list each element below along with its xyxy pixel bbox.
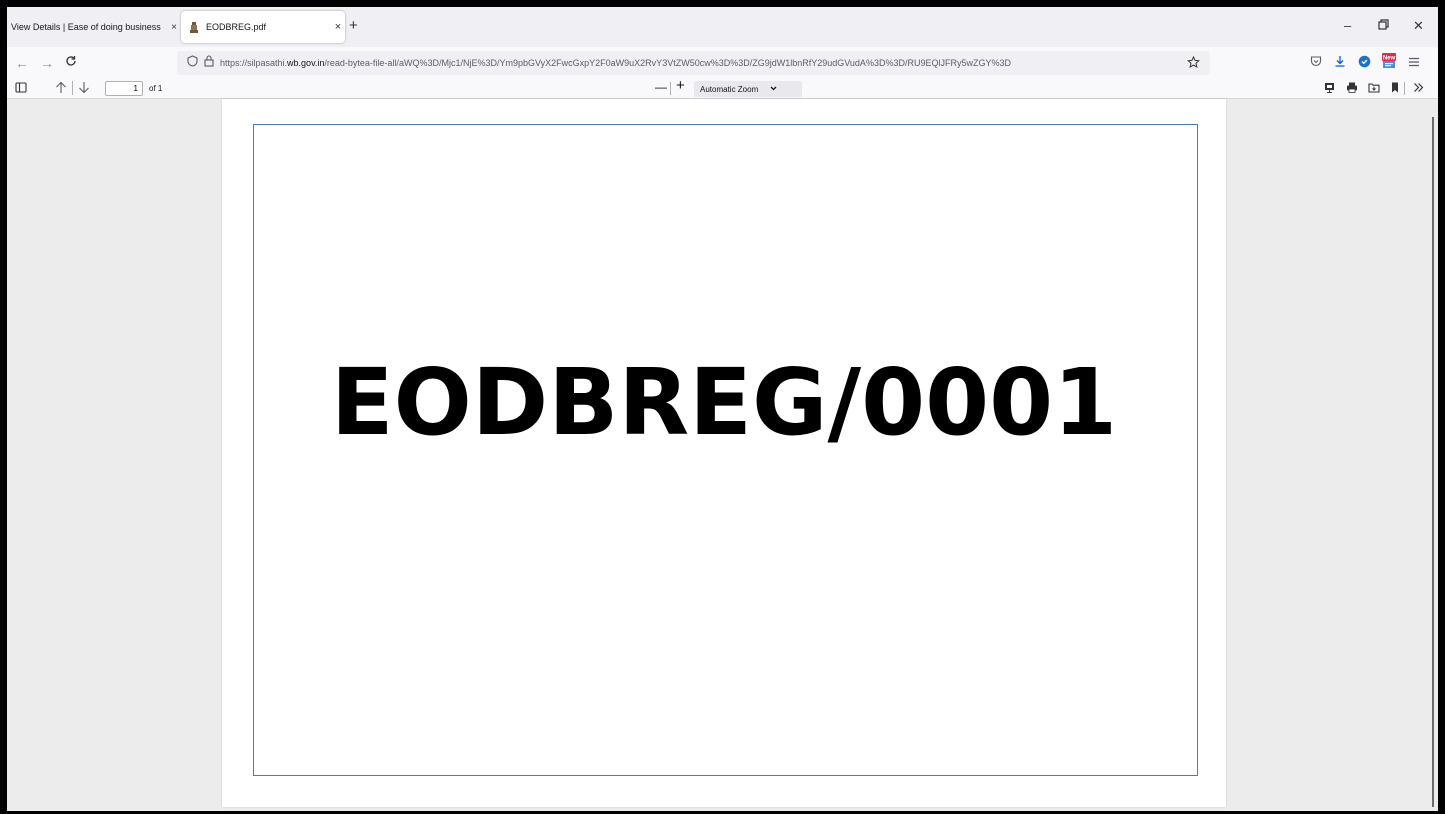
page-number-input[interactable] (105, 81, 143, 96)
url-bar[interactable]: https://silpasathi.wb.gov.in/read-bytea-… (177, 51, 1210, 75)
emblem-favicon-icon (189, 21, 199, 33)
menu-icon[interactable] (1408, 55, 1420, 71)
tab-title: View Details | Ease of doing business (11, 22, 161, 32)
tools-chevron-icon[interactable] (1413, 82, 1424, 99)
save-icon[interactable] (1368, 82, 1380, 99)
chevron-down-icon (770, 86, 777, 93)
url-text[interactable]: https://silpasathi.wb.gov.in/read-bytea-… (220, 58, 1011, 68)
extension-icon[interactable] (1358, 55, 1371, 72)
new-badge-icon[interactable]: New (1381, 51, 1397, 73)
pdf-toolbar: of 1 — + Automatic Zoom (7, 78, 1438, 100)
shield-icon[interactable] (187, 54, 198, 72)
tab-eodbreg-pdf[interactable]: EODBREG.pdf × (181, 11, 345, 43)
forward-button[interactable]: → (40, 53, 54, 73)
new-tab-button[interactable]: + (349, 18, 358, 34)
previous-page-icon[interactable] (55, 81, 67, 100)
zoom-select[interactable]: Automatic Zoom (694, 81, 802, 97)
zoom-select-label: Automatic Zoom (700, 84, 759, 94)
toolbar-separator (1404, 82, 1405, 95)
star-icon[interactable] (1187, 55, 1200, 74)
zoom-out-button[interactable]: — (655, 79, 667, 95)
next-page-icon[interactable] (78, 81, 90, 100)
zoom-in-button[interactable]: + (676, 78, 685, 94)
download-icon[interactable] (1334, 55, 1346, 71)
reload-button[interactable] (65, 53, 77, 73)
document-registration-number: EODBREG/0001 (330, 349, 1118, 456)
pdf-page: EODBREG/0001 (222, 99, 1226, 807)
toolbar-separator (72, 81, 73, 95)
print-icon[interactable] (1346, 82, 1358, 99)
tab-close-icon[interactable]: × (169, 22, 179, 33)
back-button[interactable]: ← (15, 53, 29, 73)
svg-text:New: New (1383, 56, 1396, 62)
tab-close-icon[interactable]: × (331, 21, 345, 33)
pdf-viewer[interactable]: EODBREG/0001 (7, 99, 1438, 811)
browser-window: View Details | Ease of doing business × … (7, 7, 1438, 811)
page-count-label: of 1 (149, 84, 163, 93)
navigation-bar: ← → https://silpasathi.wb.gov.in/read-by… (7, 47, 1438, 79)
bookmark-icon[interactable] (1391, 82, 1399, 99)
tab-title: EODBREG.pdf (206, 22, 267, 32)
presentation-mode-icon[interactable] (1324, 82, 1335, 99)
restore-button[interactable] (1378, 17, 1389, 35)
lock-icon[interactable] (204, 54, 214, 72)
tab-strip: View Details | Ease of doing business × … (7, 7, 1438, 47)
tab-view-details[interactable]: View Details | Ease of doing business × (7, 11, 179, 43)
toolbar-separator (670, 82, 671, 95)
viewer-scrollbar[interactable] (1432, 117, 1434, 807)
sidebar-toggle-icon[interactable] (15, 82, 27, 99)
close-window-button[interactable]: ✕ (1413, 17, 1424, 35)
pocket-icon[interactable] (1310, 55, 1322, 71)
minimize-button[interactable]: – (1344, 17, 1351, 35)
